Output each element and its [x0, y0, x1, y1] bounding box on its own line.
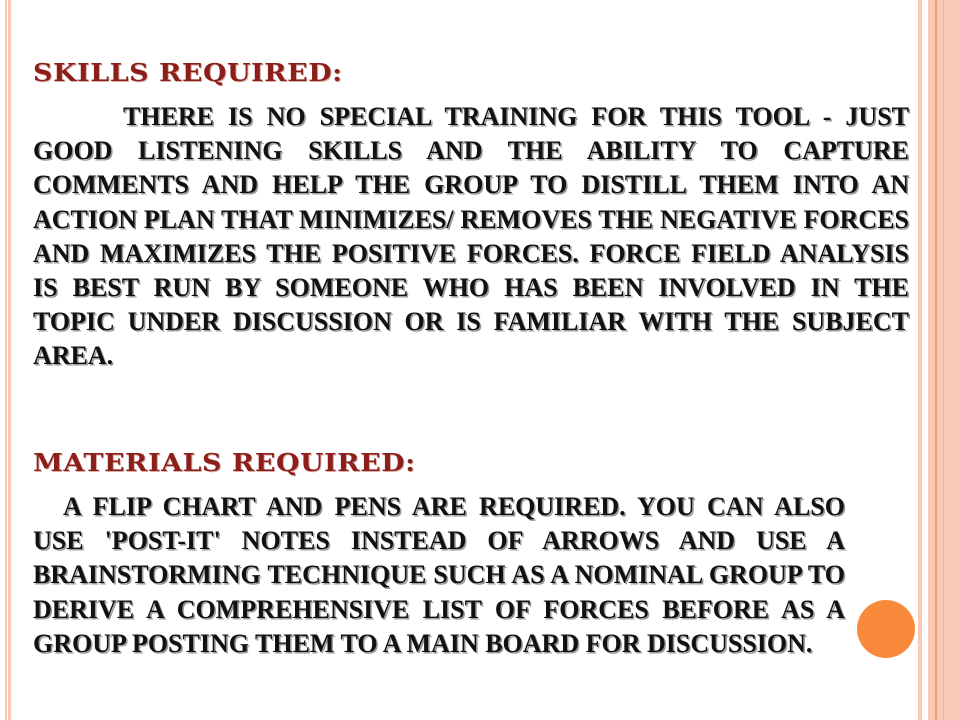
left-border-stripe	[8, 0, 11, 720]
skills-required-heading: Skills Required:	[33, 59, 343, 88]
materials-required-body: A flip chart and pens are required. You …	[33, 492, 845, 658]
right-border-line	[935, 0, 937, 720]
orange-circle-icon	[857, 600, 915, 658]
skills-required-body: There is no special training for this to…	[33, 102, 909, 371]
left-border-stripe	[5, 0, 7, 720]
materials-required-heading: Materials Required:	[33, 449, 416, 478]
right-border-line	[943, 0, 944, 720]
right-border-gap	[922, 0, 928, 720]
